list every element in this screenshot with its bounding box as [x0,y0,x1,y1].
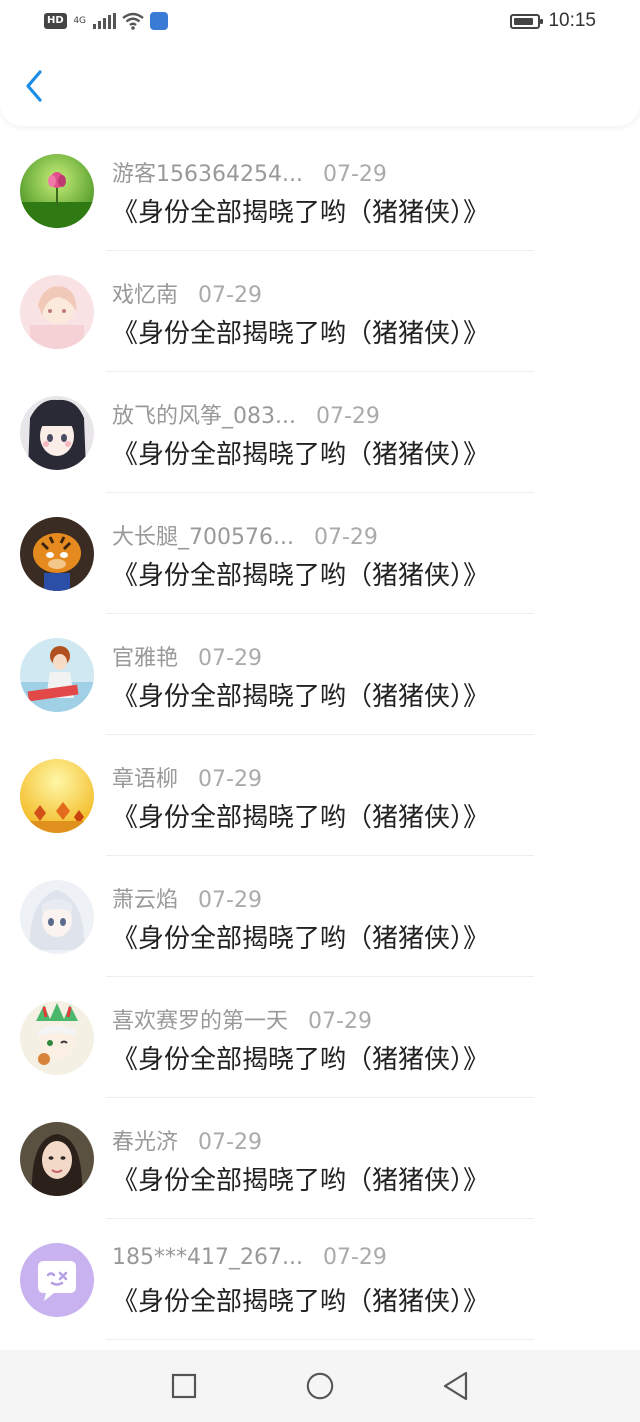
post-date: 07-29 [315,404,380,429]
list-item[interactable]: 戏忆南 07-29 《身份全部揭晓了哟（猪猪侠）》 [0,251,640,372]
home-icon [306,1372,334,1400]
list-item[interactable]: 萧云焰 07-29 《身份全部揭晓了哟（猪猪侠）》 [0,856,640,977]
item-meta: 春光济 07-29 [112,1124,262,1156]
item-title[interactable]: 《身份全部揭晓了哟（猪猪侠）》 [112,918,489,955]
avatar[interactable] [20,759,94,833]
recent-apps-button[interactable] [169,1371,199,1401]
avatar[interactable] [20,517,94,591]
list-item[interactable]: 放飞的风筝_083... 07-29 《身份全部揭晓了哟（猪猪侠）》 [0,372,640,493]
item-title[interactable]: 《身份全部揭晓了哟（猪猪侠）》 [112,1160,489,1197]
username[interactable]: 游客156364254... [112,156,303,188]
item-meta: 大长腿_700576... 07-29 [112,519,378,551]
post-date: 07-29 [198,888,262,913]
item-meta: 放飞的风筝_083... 07-29 [112,398,380,430]
battery-icon [510,13,544,29]
username[interactable]: 大长腿_700576... [112,519,294,551]
back-triangle-icon [443,1371,468,1401]
username[interactable]: 官雅艳 [112,640,178,672]
item-meta: 185***417_267... 07-29 [112,1245,387,1270]
item-title[interactable]: 《身份全部揭晓了哟（猪猪侠）》 [112,1039,489,1076]
post-date: 07-29 [322,1245,387,1270]
signal-icon [92,13,116,29]
item-meta: 戏忆南 07-29 [112,277,262,309]
list-item[interactable]: 185***417_267... 07-29 《身份全部揭晓了哟（猪猪侠）》 [0,1219,640,1340]
app-notification-icon [149,12,168,30]
back-button[interactable] [14,66,54,106]
list-item[interactable]: 大长腿_700576... 07-29 《身份全部揭晓了哟（猪猪侠）》 [0,493,640,614]
post-date: 07-29 [198,1130,262,1155]
avatar[interactable] [20,396,94,470]
avatar[interactable] [20,1243,94,1317]
username[interactable]: 章语柳 [112,761,178,793]
list-item[interactable]: 章语柳 07-29 《身份全部揭晓了哟（猪猪侠）》 [0,735,640,856]
username[interactable]: 戏忆南 [112,277,178,309]
item-title[interactable]: 《身份全部揭晓了哟（猪猪侠）》 [112,555,489,592]
avatar[interactable] [20,880,94,954]
item-meta: 章语柳 07-29 [112,761,262,793]
status-right: 10:15 [510,10,596,32]
avatar[interactable] [20,154,94,228]
home-button[interactable] [305,1371,335,1401]
wifi-icon [121,12,144,30]
list-item[interactable]: 官雅艳 07-29 《身份全部揭晓了哟（猪猪侠）》 [0,614,640,735]
avatar[interactable] [20,1122,94,1196]
recent-apps-icon [171,1373,197,1399]
post-date: 07-29 [313,525,378,550]
username[interactable]: 放飞的风筝_083... [112,398,296,430]
system-nav-bar [0,1350,640,1422]
item-title[interactable]: 《身份全部揭晓了哟（猪猪侠）》 [112,192,489,229]
system-back-button[interactable] [441,1371,471,1401]
comment-list: 游客156364254... 07-29 《身份全部揭晓了哟（猪猪侠）》 戏忆南 07-… [0,130,640,1340]
avatar[interactable] [20,1001,94,1075]
status-left: HD 4G [44,10,168,32]
list-item[interactable]: 喜欢赛罗的第一天 07-29 《身份全部揭晓了哟（猪猪侠）》 [0,977,640,1098]
post-date: 07-29 [322,162,387,187]
avatar[interactable] [20,638,94,712]
list-item[interactable]: 游客156364254... 07-29 《身份全部揭晓了哟（猪猪侠）》 [0,130,640,251]
item-title[interactable]: 《身份全部揭晓了哟（猪猪侠）》 [112,676,489,713]
item-title[interactable]: 《身份全部揭晓了哟（猪猪侠）》 [112,1281,489,1318]
username[interactable]: 喜欢赛罗的第一天 [112,1003,288,1035]
clock: 10:15 [548,10,596,31]
username[interactable]: 萧云焰 [112,882,178,914]
post-date: 07-29 [198,283,262,308]
item-meta: 萧云焰 07-29 [112,882,262,914]
avatar[interactable] [20,275,94,349]
status-bar: HD 4G 10:15 [0,0,640,44]
username[interactable]: 185***417_267... [112,1245,303,1270]
post-date: 07-29 [198,646,262,671]
item-meta: 喜欢赛罗的第一天 07-29 [112,1003,372,1035]
post-date: 07-29 [198,767,262,792]
network-label: 4G [73,15,87,26]
chevron-left-icon [26,70,42,102]
username[interactable]: 春光济 [112,1124,178,1156]
item-meta: 游客156364254... 07-29 [112,156,387,188]
top-app-bar [0,44,640,126]
item-title[interactable]: 《身份全部揭晓了哟（猪猪侠）》 [112,797,489,834]
item-title[interactable]: 《身份全部揭晓了哟（猪猪侠）》 [112,434,489,471]
post-date: 07-29 [308,1009,372,1034]
item-meta: 官雅艳 07-29 [112,640,262,672]
list-item[interactable]: 春光济 07-29 《身份全部揭晓了哟（猪猪侠）》 [0,1098,640,1219]
item-title[interactable]: 《身份全部揭晓了哟（猪猪侠）》 [112,313,489,350]
divider [106,1339,534,1340]
hd-badge: HD [44,13,67,29]
